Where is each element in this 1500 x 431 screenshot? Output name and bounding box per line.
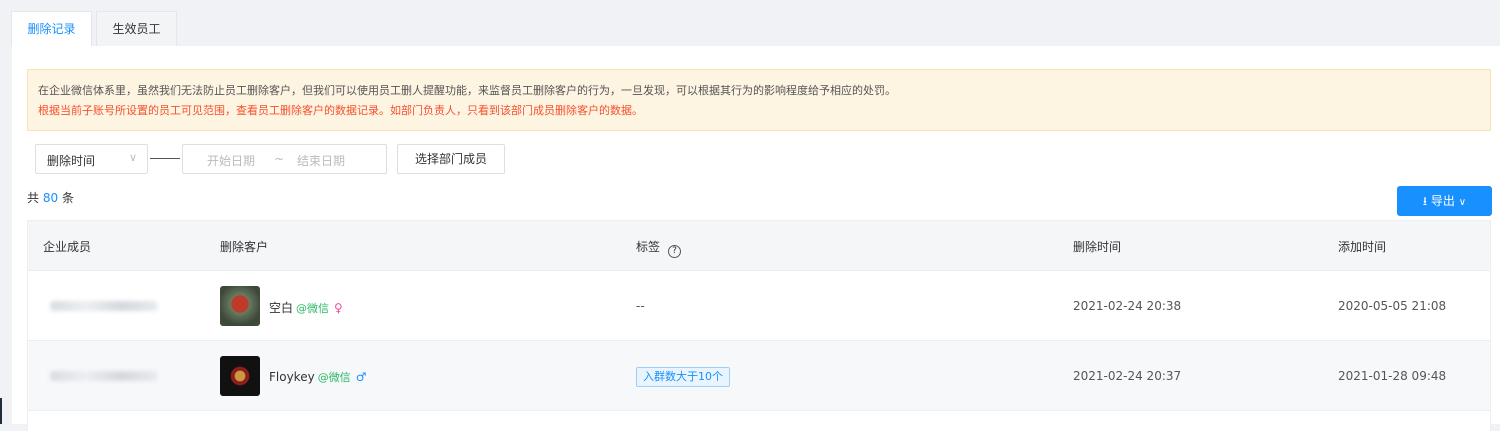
- member-name-blurred: [50, 301, 158, 311]
- chevron-down-icon: ∨: [1458, 197, 1467, 208]
- time-type-select[interactable]: 删除时间 ∨: [35, 144, 148, 174]
- table-row: 空白 @微信 ♀ -- 2021-02-24 20:38 2020-05-05 21…: [28, 271, 1490, 341]
- header-added-at: 添加时间: [1338, 240, 1387, 254]
- time-type-value: 删除时间: [47, 154, 96, 168]
- date-range-picker[interactable]: 开始日期 ~ 结束日期: [182, 144, 387, 174]
- female-icon: ♀: [334, 301, 343, 315]
- download-icon: ⭳: [1422, 194, 1428, 208]
- customer-avatar: [220, 286, 260, 326]
- customer-name: 空白: [269, 301, 294, 315]
- added-at-cell: 2021-01-28 09:48: [1338, 369, 1447, 383]
- customer-avatar: [220, 356, 260, 396]
- count-prefix: 共: [27, 191, 40, 205]
- count-value: 80: [42, 191, 59, 205]
- start-date-placeholder[interactable]: 开始日期: [207, 152, 255, 169]
- export-button[interactable]: ⭳ 导出 ∨: [1397, 186, 1492, 216]
- table-row-partial: [28, 411, 1490, 431]
- help-circle-icon[interactable]: ?: [668, 245, 682, 258]
- customer-tag-badge: 入群数大于10个: [636, 367, 730, 387]
- male-icon: ♂: [355, 370, 367, 384]
- range-separator: ~: [274, 152, 285, 166]
- member-name-blurred: [50, 371, 158, 381]
- tag-cell: --: [636, 299, 645, 313]
- deleted-at-cell: 2021-02-24 20:37: [1073, 369, 1182, 383]
- notice-line-2: 根据当前子账号所设置的员工可见范围，查看员工删除客户的数据记录。如部门负责人，只…: [38, 104, 643, 117]
- header-tag: 标签?: [636, 238, 682, 258]
- record-count: 共 80 条: [27, 189, 74, 206]
- main-panel: 在企业微信体系里，虽然我们无法防止员工删除客户，但我们可以使用员工删人提醒功能，…: [12, 46, 1500, 431]
- chevron-down-icon: ∨: [128, 151, 137, 164]
- customer-source: @微信: [296, 302, 330, 315]
- notice-line-1: 在企业微信体系里，虽然我们无法防止员工删除客户，但我们可以使用员工删人提醒功能，…: [38, 84, 896, 97]
- select-member-button[interactable]: 选择部门成员: [397, 144, 505, 174]
- records-table: 企业成员 删除客户 标签? 删除时间 添加时间 空白 @微信 ♀ -- 2021-0…: [27, 220, 1491, 431]
- count-suffix: 条: [61, 191, 74, 205]
- customer-name: Floykey: [269, 370, 315, 384]
- header-deleted-at: 删除时间: [1073, 240, 1122, 254]
- end-date-placeholder[interactable]: 结束日期: [297, 152, 345, 169]
- customer-cell[interactable]: 空白 @微信 ♀: [269, 299, 343, 316]
- table-row: Floykey @微信 ♂ 入群数大于10个 2021-02-24 20:37 20…: [28, 341, 1490, 411]
- customer-cell[interactable]: Floykey @微信 ♂: [269, 369, 366, 385]
- header-tag-label: 标签: [636, 240, 661, 254]
- header-customer: 删除客户: [220, 240, 269, 254]
- header-member: 企业成员: [43, 240, 92, 254]
- tab-active-employees[interactable]: 生效员工: [96, 11, 177, 46]
- tab-delete-records[interactable]: 删除记录: [11, 11, 92, 46]
- tab-bar: 删除记录 生效员工: [0, 0, 1500, 46]
- customer-source: @微信: [317, 371, 351, 384]
- export-label: 导出: [1430, 194, 1455, 208]
- filter-dash: [150, 158, 180, 159]
- deleted-at-cell: 2021-02-24 20:38: [1073, 299, 1182, 313]
- window-edge: [0, 398, 2, 424]
- table-header: 企业成员 删除客户 标签? 删除时间 添加时间: [28, 221, 1490, 271]
- notice-banner: 在企业微信体系里，虽然我们无法防止员工删除客户，但我们可以使用员工删人提醒功能，…: [27, 69, 1491, 131]
- added-at-cell: 2020-05-05 21:08: [1338, 299, 1447, 313]
